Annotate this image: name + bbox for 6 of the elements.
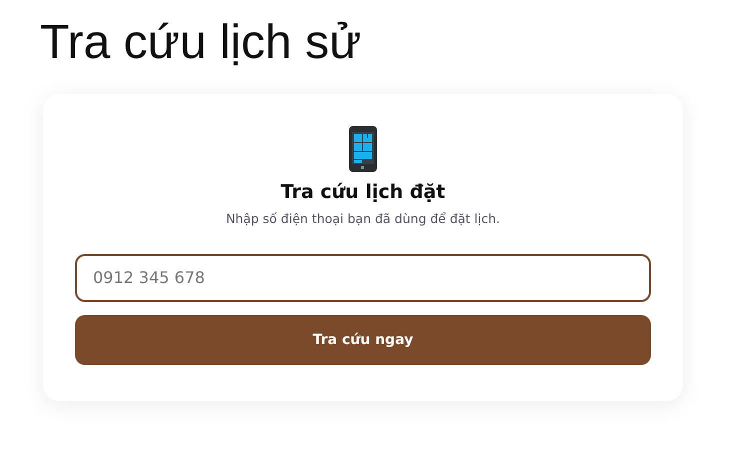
- card-description: Nhập số điện thoại bạn đã dùng để đặt lịch.: [226, 210, 500, 226]
- card-heading: Tra cứu lịch đặt: [280, 180, 446, 203]
- phone-input-field[interactable]: 0912 345 678: [75, 254, 651, 302]
- phone-icon: [349, 126, 377, 172]
- lookup-button[interactable]: Tra cứu ngay: [75, 314, 651, 365]
- page-title: Tra cứu lịch sử: [40, 15, 362, 71]
